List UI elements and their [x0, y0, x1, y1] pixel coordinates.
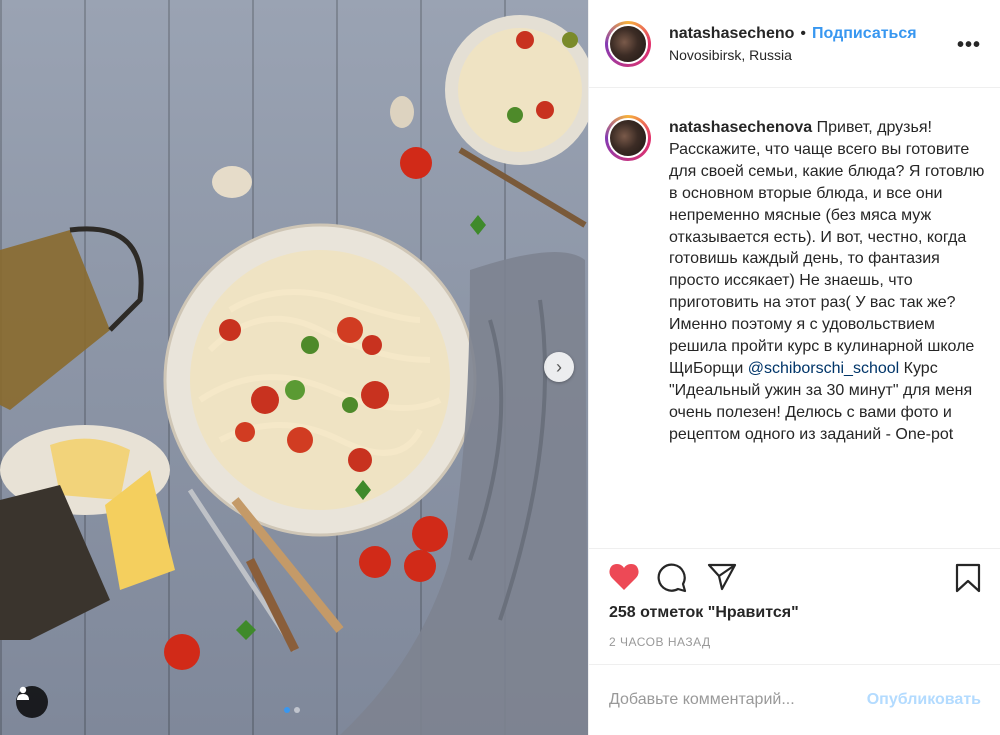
caption-area[interactable]: natashasechenova Привет, друзья! Расскаж…: [589, 89, 1000, 548]
next-photo-button[interactable]: ›: [544, 352, 574, 382]
heart-icon: [609, 564, 639, 590]
user-icon: [17, 686, 29, 700]
pasta-plate-illustration: [163, 223, 477, 537]
like-button[interactable]: [609, 563, 639, 596]
grater-illustration: [0, 226, 144, 410]
share-icon: [707, 563, 737, 591]
chevron-right-icon: ›: [556, 356, 562, 377]
likes-count[interactable]: 258 отметок "Нравится": [609, 604, 799, 622]
comment-input[interactable]: [609, 691, 867, 709]
action-bar: [589, 548, 1000, 608]
caption-avatar[interactable]: [605, 115, 651, 161]
comment-button[interactable]: [657, 563, 687, 598]
save-button[interactable]: [955, 563, 981, 598]
caption-mention-link[interactable]: @schiborschi_school: [748, 360, 899, 377]
post-timestamp[interactable]: 2 ЧАСОВ НАЗАД: [609, 635, 711, 649]
carousel-indicator: [284, 707, 300, 713]
post-sidebar: natashasecheno • Подписаться Novosibirsk…: [588, 0, 1000, 735]
tagged-users-button[interactable]: [16, 686, 48, 718]
avatar[interactable]: [605, 20, 651, 67]
carousel-dot: [294, 707, 300, 713]
photo-illustration: [0, 15, 588, 735]
post-header: natashasecheno • Подписаться Novosibirsk…: [589, 0, 1000, 88]
caption-body: Привет, друзья! Расскажите, что чаще все…: [669, 119, 985, 377]
post-photo[interactable]: ›: [0, 0, 588, 735]
share-button[interactable]: [707, 563, 737, 596]
comment-form: Опубликовать: [589, 664, 1000, 735]
carousel-dot: [284, 707, 290, 713]
small-pasta-plate-illustration: [445, 15, 588, 228]
author-username[interactable]: natashasecheno: [669, 25, 794, 43]
bookmark-icon: [955, 563, 981, 593]
more-options-icon[interactable]: •••: [957, 34, 981, 57]
caption-username[interactable]: natashasechenova: [669, 119, 812, 136]
garlic-illustration: [212, 166, 252, 198]
publish-comment-button[interactable]: Опубликовать: [867, 691, 981, 709]
separator-dot: •: [800, 24, 806, 42]
caption-text: natashasechenova Привет, друзья! Расскаж…: [669, 117, 991, 446]
post-location[interactable]: Novosibirsk, Russia: [669, 47, 917, 63]
comment-icon: [657, 563, 687, 593]
follow-button[interactable]: Подписаться: [812, 25, 917, 43]
